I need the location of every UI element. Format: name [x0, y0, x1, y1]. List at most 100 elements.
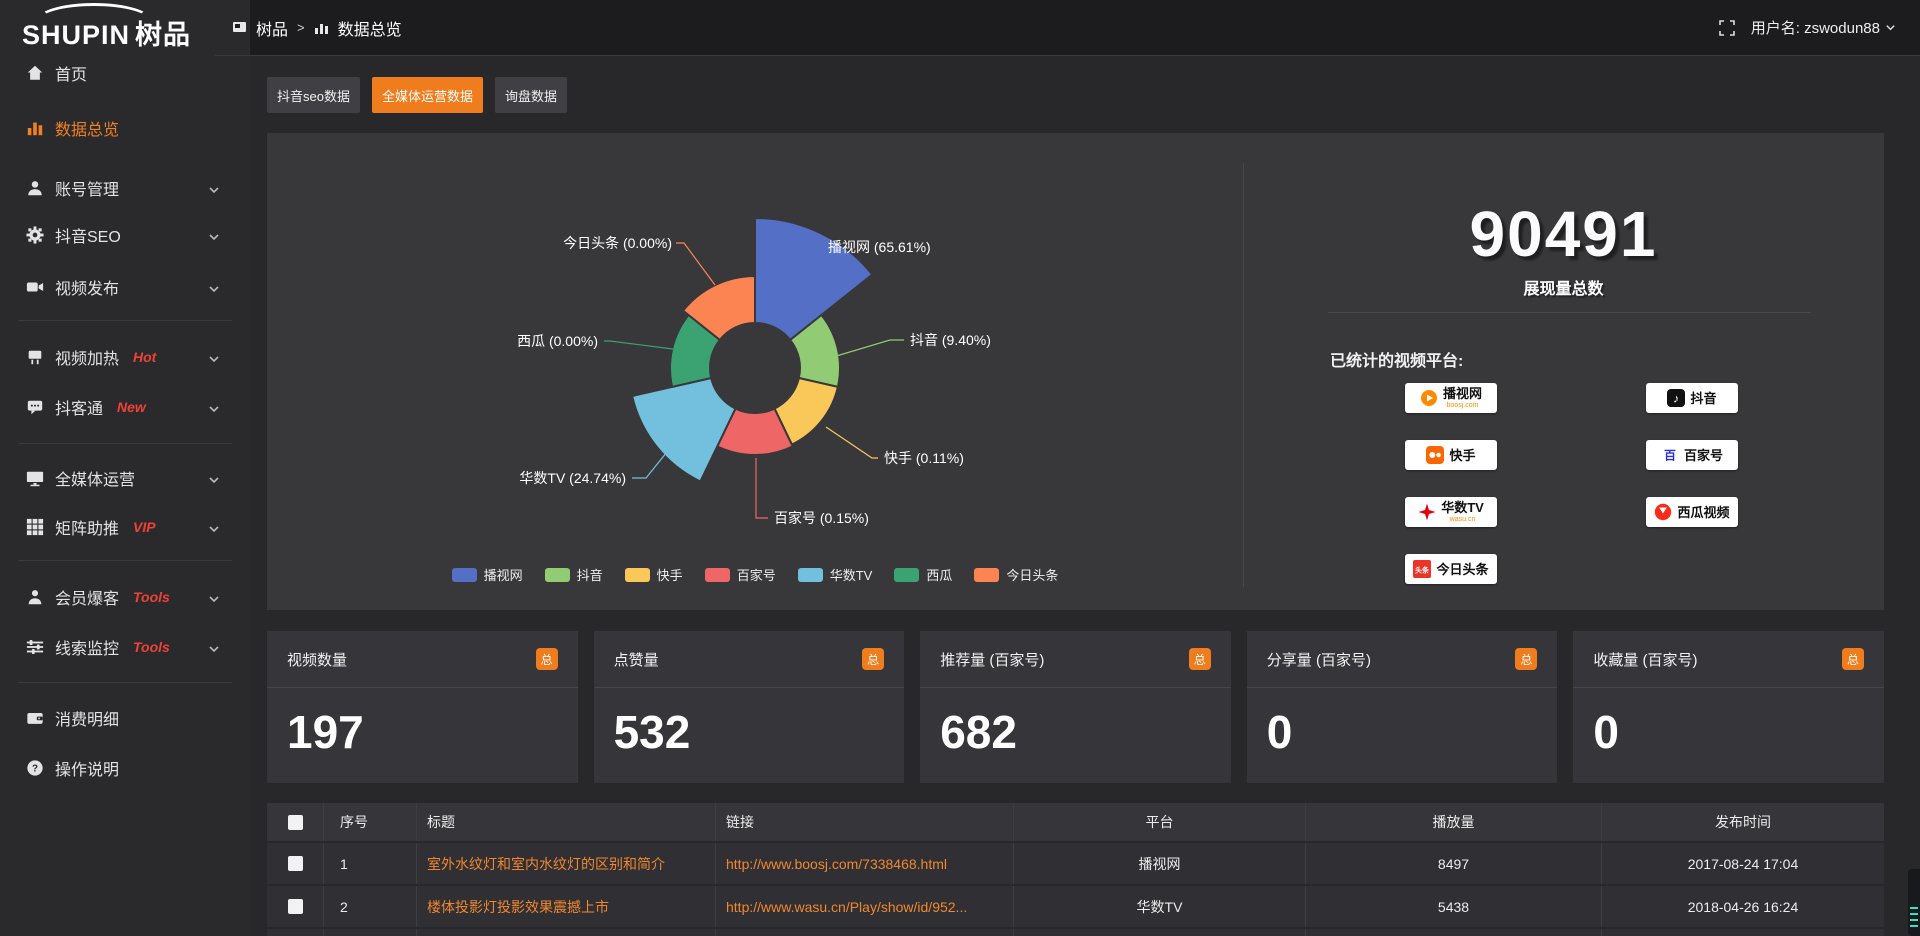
overview-panel: 播视网 (65.61%)抖音 (9.40%)快手 (0.11%)百家号 (0.1… [267, 133, 1884, 610]
platform-chip: 百百家号 [1646, 440, 1738, 470]
side-float-widget[interactable] [1908, 869, 1920, 936]
pie-label-line [604, 341, 673, 349]
heat-icon [25, 347, 45, 367]
sidebar-item-video-heat[interactable]: 视频加热Hot [0, 340, 250, 374]
sidebar-item-douketong[interactable]: 抖客通New [0, 390, 250, 424]
legend-marker [545, 568, 570, 582]
sidebar-item-label: 数据总览 [55, 116, 119, 140]
sidebar-item-expense-detail[interactable]: 消费明细 [0, 701, 250, 735]
sidebar-item-video-publish[interactable]: 视频发布 [0, 270, 250, 304]
legend-marker [974, 568, 999, 582]
chevron-down-icon [208, 352, 220, 370]
pie-slice[interactable] [632, 378, 735, 482]
tab-media-operation-data[interactable]: 全媒体运营数据 [372, 77, 483, 113]
tab-inquiry-data[interactable]: 询盘数据 [495, 77, 567, 113]
chevron-down-icon [208, 642, 220, 660]
tab-douyin-seo-data[interactable]: 抖音seo数据 [267, 77, 360, 113]
sidebar-item-matrix-boost[interactable]: 矩阵助推VIP [0, 510, 250, 544]
sidebar-item-account-manage[interactable]: 账号管理 [0, 171, 250, 205]
select-all-checkbox[interactable] [288, 815, 303, 830]
platform-chip: 头条今日头条 [1405, 554, 1497, 584]
logo[interactable]: SHUPIN树品 [0, 0, 250, 56]
sidebar-item-label: 抖音SEO [55, 223, 121, 247]
legend-item[interactable]: 快手 [625, 565, 683, 584]
legend-label: 西瓜 [926, 565, 952, 584]
legend-label: 快手 [657, 565, 683, 584]
pie-label: 快手 (0.11%) [884, 450, 964, 466]
sidebar-item-label: 矩阵助推 [55, 515, 119, 539]
row-checkbox[interactable] [288, 856, 303, 871]
sidebar-item-home[interactable]: 首页 [0, 56, 250, 90]
sidebar-item-label: 抖客通 [55, 395, 103, 419]
platform-chip-name: 华数TV [1441, 501, 1484, 514]
total-badge: 总 [1189, 648, 1211, 670]
stat-card-value: 197 [287, 705, 364, 759]
legend-label: 抖音 [577, 565, 603, 584]
sidebar-item-member-burst[interactable]: 会员爆客Tools [0, 580, 250, 614]
legend-item[interactable]: 华数TV [798, 565, 873, 584]
legend-item[interactable]: 播视网 [452, 565, 523, 584]
sidebar-item-douyin-seo[interactable]: 抖音SEO [0, 218, 250, 252]
cell-title: 楼体投影灯投影效果震撼上市 [417, 897, 609, 917]
breadcrumb-root[interactable]: 树品 [256, 16, 288, 40]
col-header-title: 标题 [417, 812, 455, 832]
stat-card-title: 推荐量 (百家号) [940, 649, 1044, 670]
cell-link[interactable]: http://www.wasu.cn/Play/show/id/952... [716, 899, 967, 915]
rose-pie-chart: 播视网 (65.61%)抖音 (9.40%)快手 (0.11%)百家号 (0.1… [267, 133, 1243, 610]
baijiahao-logo: 百 [1661, 446, 1679, 464]
sidebar-item-badge: Tools [133, 639, 170, 655]
sliders-icon [25, 637, 45, 657]
platforms-title: 已统计的视频平台: [1330, 347, 1463, 371]
legend-label: 百家号 [737, 565, 776, 584]
cell-platform: 播视网 [1139, 854, 1181, 874]
legend-label: 播视网 [484, 565, 523, 584]
pie-label: 今日头条 (0.00%) [563, 235, 672, 251]
legend-item[interactable]: 百家号 [705, 565, 776, 584]
svg-text:百: 百 [1664, 449, 1676, 463]
legend-item[interactable]: 抖音 [545, 565, 603, 584]
total-badge: 总 [1842, 648, 1864, 670]
cell-link[interactable]: http://www.boosj.com/7338468.html [716, 856, 947, 872]
summary-divider [1328, 312, 1810, 313]
sidebar-item-data-overview[interactable]: 数据总览 [0, 111, 250, 145]
toutiao-logo: 头条 [1413, 560, 1431, 578]
stat-cards-row: 视频数量总197点赞量总532推荐量 (百家号)总682分享量 (百家号)总0收… [267, 631, 1884, 783]
stat-card-value: 532 [614, 705, 691, 759]
widget-stripe [1910, 925, 1918, 927]
stat-card-value: 0 [1593, 705, 1619, 759]
legend-item[interactable]: 西瓜 [894, 565, 952, 584]
sidebar-item-label: 账号管理 [55, 176, 119, 200]
col-header-published: 发布时间 [1715, 812, 1771, 832]
row-checkbox[interactable] [288, 899, 303, 914]
douyin-logo: ♪ [1667, 389, 1685, 407]
sidebar-item-media-operation[interactable]: 全媒体运营 [0, 461, 250, 495]
sidebar-item-label: 视频发布 [55, 275, 119, 299]
sidebar-item-help-guide[interactable]: ?操作说明 [0, 751, 250, 785]
legend-item[interactable]: 今日头条 [974, 565, 1058, 584]
fullscreen-icon[interactable] [1719, 20, 1735, 36]
cell-platform: 华数TV [1137, 897, 1183, 917]
cell-index: 2 [324, 899, 348, 915]
user-menu[interactable]: 用户名: zswodun88 [1751, 17, 1896, 38]
header-right: 用户名: zswodun88 [1719, 0, 1896, 55]
legend-label: 今日头条 [1006, 565, 1058, 584]
chat-icon [25, 397, 45, 417]
platform-chip-name: 西瓜视频 [1677, 506, 1729, 519]
app-icon [232, 20, 247, 35]
top-header: SHUPIN树品 树品 > 数据总览 用户名: zswodun88 [0, 0, 1920, 56]
cell-plays: 5438 [1438, 899, 1469, 915]
sidebar-item-clue-monitor[interactable]: 线索监控 Tools [0, 630, 250, 664]
sidebar-item-label: 线索监控 [55, 635, 119, 659]
stat-card-share-count: 分享量 (百家号)总0 [1247, 631, 1558, 783]
wallet-icon [25, 708, 45, 728]
stat-card-value: 0 [1267, 705, 1293, 759]
chevron-down-icon [208, 473, 220, 491]
boosj-logo [1420, 389, 1438, 407]
platform-chip: 西瓜视频 [1646, 497, 1738, 527]
bar-chart-icon [314, 20, 329, 35]
widget-stripe [1910, 907, 1918, 909]
grid-icon [25, 517, 45, 537]
gear-icon [25, 225, 45, 245]
chevron-down-icon [208, 183, 220, 201]
header-divider [215, 55, 1920, 56]
